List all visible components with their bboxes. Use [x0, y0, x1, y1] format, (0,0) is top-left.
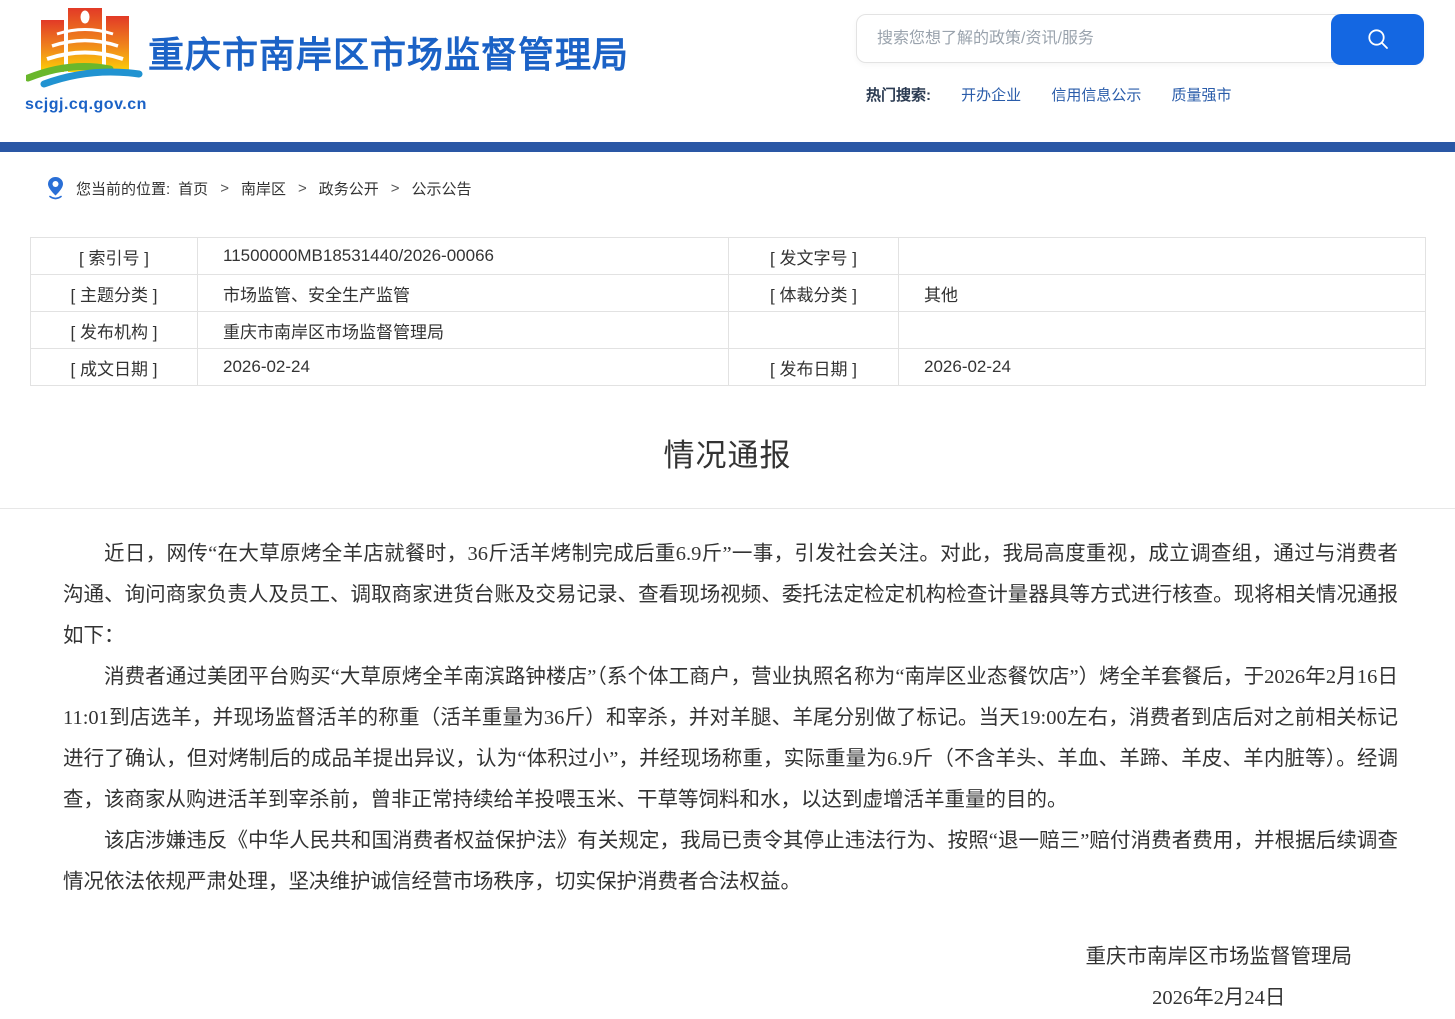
- breadcrumb-item-home[interactable]: 首页: [178, 178, 208, 199]
- meta-label-publish-date: [ 发布日期 ]: [729, 349, 899, 386]
- breadcrumb-separator: >: [220, 180, 229, 197]
- hot-search-row: 热门搜索: 开办企业 信用信息公示 质量强市: [856, 84, 1424, 105]
- signature-date: 2026年2月24日: [1086, 978, 1353, 1019]
- search-area: 热门搜索: 开办企业 信用信息公示 质量强市: [856, 14, 1424, 105]
- table-row: [ 发布机构 ] 重庆市南岸区市场监督管理局: [31, 312, 1426, 349]
- hot-search-link-zhiliang[interactable]: 质量强市: [1172, 87, 1232, 104]
- breadcrumb-separator: >: [298, 180, 307, 197]
- article-paragraph: 近日，网传“在大草原烤全羊店就餐时，36斤活羊烤制完成后重6.9斤”一事，引发社…: [63, 534, 1398, 657]
- search-box: [856, 14, 1424, 63]
- meta-value-doc-no: [899, 238, 1426, 275]
- meta-label-empty: [729, 312, 899, 349]
- breadcrumb: 您当前的位置: 首页 > 南岸区 > 政务公开 > 公示公告: [47, 176, 1455, 200]
- article-paragraph: 消费者通过美团平台购买“大草原烤全羊南滨路钟楼店”（系个体工商户，营业执照名称为…: [63, 657, 1398, 821]
- hot-search-link-kaiban[interactable]: 开办企业: [961, 87, 1021, 104]
- meta-label-publisher: [ 发布机构 ]: [31, 312, 198, 349]
- chongqing-building-logo-icon: [26, 5, 144, 89]
- breadcrumb-label: 您当前的位置:: [76, 178, 170, 199]
- signature-org: 重庆市南岸区市场监督管理局: [1086, 937, 1353, 978]
- table-row: [ 主题分类 ] 市场监管、安全生产监管 [ 体裁分类 ] 其他: [31, 275, 1426, 312]
- hot-search-label: 热门搜索:: [866, 87, 931, 104]
- breadcrumb-separator: >: [391, 180, 400, 197]
- site-title: 重庆市南岸区市场监督管理局: [148, 26, 629, 78]
- header-divider-bar: [0, 142, 1455, 152]
- meta-label-doc-no: [ 发文字号 ]: [729, 238, 899, 275]
- meta-label-genre-class: [ 体裁分类 ]: [729, 275, 899, 312]
- breadcrumb-item-gongshi[interactable]: 公示公告: [412, 178, 472, 199]
- meta-label-topic-class: [ 主题分类 ]: [31, 275, 198, 312]
- breadcrumb-item-nanan[interactable]: 南岸区: [241, 178, 286, 199]
- article-body: 近日，网传“在大草原烤全羊店就餐时，36斤活羊烤制完成后重6.9斤”一事，引发社…: [30, 509, 1425, 903]
- meta-label-written-date: [ 成文日期 ]: [31, 349, 198, 386]
- hot-search-link-xinyong[interactable]: 信用信息公示: [1051, 87, 1141, 104]
- table-row: [ 索引号 ] 11500000MB18531440/2026-00066 [ …: [31, 238, 1426, 275]
- meta-value-genre-class: 其他: [899, 275, 1426, 312]
- meta-label-index-no: [ 索引号 ]: [31, 238, 198, 275]
- meta-value-empty: [899, 312, 1426, 349]
- location-pin-icon: [47, 176, 64, 200]
- site-header: scjgj.cq.gov.cn 重庆市南岸区市场监督管理局 热门搜索: 开办企业…: [0, 0, 1455, 142]
- site-domain: scjgj.cq.gov.cn: [25, 96, 145, 114]
- search-input[interactable]: [857, 15, 1312, 62]
- meta-value-publisher: 重庆市南岸区市场监督管理局: [198, 312, 729, 349]
- meta-value-topic-class: 市场监管、安全生产监管: [198, 275, 729, 312]
- document-meta-table: [ 索引号 ] 11500000MB18531440/2026-00066 [ …: [30, 237, 1426, 386]
- meta-value-written-date: 2026-02-24: [198, 349, 729, 386]
- search-icon: [1365, 27, 1391, 53]
- table-row: [ 成文日期 ] 2026-02-24 [ 发布日期 ] 2026-02-24: [31, 349, 1426, 386]
- meta-value-index-no: 11500000MB18531440/2026-00066: [198, 238, 729, 275]
- article-title: 情况通报: [0, 430, 1455, 475]
- breadcrumb-item-zhengwu[interactable]: 政务公开: [319, 178, 379, 199]
- meta-value-publish-date: 2026-02-24: [899, 349, 1426, 386]
- signature-block: 重庆市南岸区市场监督管理局 2026年2月24日: [1086, 937, 1353, 1019]
- search-button[interactable]: [1331, 14, 1424, 65]
- article-paragraph: 该店涉嫌违反《中华人民共和国消费者权益保护法》有关规定，我局已责令其停止违法行为…: [63, 821, 1398, 903]
- site-logo-block[interactable]: scjgj.cq.gov.cn: [25, 5, 145, 114]
